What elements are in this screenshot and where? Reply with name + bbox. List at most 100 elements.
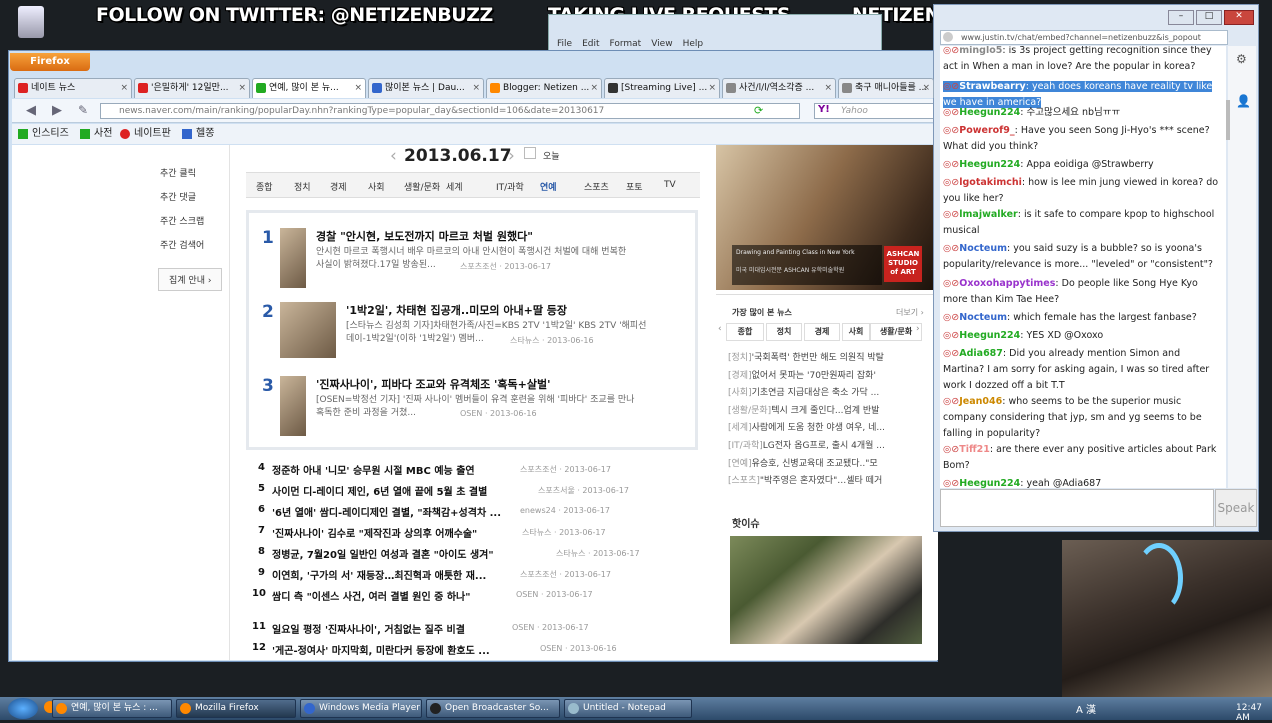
recycle-bin-icon[interactable] <box>18 6 44 38</box>
sidebar-weekly-comment[interactable]: 추간 댓글 <box>160 190 196 203</box>
chat-username[interactable]: Heegun224 <box>959 159 1020 170</box>
chat-username[interactable]: Strawbearry <box>959 81 1025 92</box>
tab-2[interactable]: 연예, 많이 본 뉴... × <box>252 78 366 98</box>
list-article-title[interactable]: 이연희, '구가의 서' 재등장…최진혁과 애틋한 재... <box>272 567 486 582</box>
article-title[interactable]: '1박2일', 차태현 집공개..미모의 아내+딸 등장 <box>346 302 567 318</box>
aggregation-info-button[interactable]: 집계 안내 › <box>158 268 223 291</box>
tab-close-icon[interactable]: × <box>472 79 480 97</box>
menu-view[interactable]: View <box>651 39 672 49</box>
most-viewed-item[interactable]: [IT/과학]LG전자 옵G프로, 출시 4개월 ... <box>728 438 885 451</box>
most-viewed-item[interactable]: [스포츠]"박주영은 혼자였다"…셀타 떼거 <box>728 473 882 486</box>
ime-indicator[interactable]: A 漢 <box>1076 701 1096 716</box>
prev-date-icon[interactable]: ‹ <box>390 146 397 166</box>
category-tab-0[interactable]: 종합 <box>256 180 273 193</box>
article-title[interactable]: 경찰 "안시현, 보도전까지 마르코 처벌 원했다" <box>316 228 533 244</box>
tab-4[interactable]: Blogger: Netizen ... × <box>486 78 602 98</box>
sidebar-weekly-scrap[interactable]: 주간 스크랩 <box>160 214 204 227</box>
start-button-icon[interactable] <box>8 698 38 719</box>
list-article-title[interactable]: 쌈디 측 "이센스 사건, 여러 결별 원인 중 하나" <box>272 588 470 603</box>
category-tab-8[interactable]: 스포츠 <box>584 180 609 193</box>
chat-username[interactable]: minglo5 <box>959 46 1002 56</box>
chat-username[interactable]: Adia687 <box>959 348 1003 359</box>
chat-input[interactable] <box>940 489 1214 527</box>
tab-close-icon[interactable]: × <box>238 79 246 97</box>
tab-1[interactable]: '은밀하게' 12일만... × <box>134 78 250 98</box>
menu-help[interactable]: Help <box>683 39 704 49</box>
tab-close-icon[interactable]: × <box>922 79 930 97</box>
article-title[interactable]: '진짜사나이', 피바다 조교와 유격체조 '혹독+살벌' <box>316 376 550 392</box>
bookmark-natepann[interactable]: 네이트판 <box>134 124 171 144</box>
forward-icon[interactable]: ▶ <box>52 103 62 118</box>
hot-issue-photo[interactable] <box>730 536 922 644</box>
sidebar-weekly-click[interactable]: 추간 클릭 <box>160 166 196 179</box>
firefox-menu-button[interactable]: Firefox <box>10 53 90 71</box>
most-viewed-more[interactable]: 더보기 › <box>896 307 924 318</box>
tab-close-icon[interactable]: × <box>354 79 362 97</box>
list-article-title[interactable]: '진짜사나이' 김수로 "제작진과 상의후 어깨수술" <box>272 525 477 540</box>
chat-username[interactable]: lgotakimchi <box>959 177 1022 188</box>
taskbar-item-2[interactable]: Windows Media Player <box>300 699 422 718</box>
chat-username[interactable]: Powerof9_ <box>959 125 1014 136</box>
list-article-title[interactable]: 정준하 아내 '니모' 승무원 시절 MBC 예능 출연 <box>272 462 475 477</box>
most-viewed-tab-3[interactable]: 사회 <box>842 323 870 341</box>
tab-5[interactable]: [Streaming Live] ... × <box>604 78 720 98</box>
calendar-icon[interactable] <box>524 147 536 159</box>
chat-username[interactable]: Oxoxohappytimes <box>959 278 1055 289</box>
taskbar-item-4[interactable]: Untitled - Notepad <box>564 699 692 718</box>
chat-username[interactable]: Tiff21 <box>959 444 990 455</box>
search-bar[interactable]: Yahoo <box>814 103 936 119</box>
tab-close-icon[interactable]: × <box>708 79 716 97</box>
today-link[interactable]: 오늘 <box>543 149 560 162</box>
chat-username[interactable]: Nocteum <box>959 312 1007 323</box>
article-thumbnail[interactable] <box>280 228 306 288</box>
chat-scrollbar[interactable] <box>1226 100 1230 140</box>
chat-username[interactable]: Nocteum <box>959 243 1007 254</box>
maximize-icon[interactable]: □ <box>1196 10 1222 25</box>
most-viewed-item[interactable]: [세계]사람에게 도움 청한 야생 여우, 네... <box>728 420 885 433</box>
category-tab-1[interactable]: 정치 <box>294 180 311 193</box>
list-article-title[interactable]: '6년 열애' 쌈디-레이디제인 결별, "좌책감+성격차 ... <box>272 504 501 519</box>
url-bar[interactable]: news.naver.com/main/ranking/popularDay.n… <box>100 103 800 119</box>
category-tab-5[interactable]: 세계 <box>446 180 463 193</box>
list-article-title[interactable]: '게곤-정여사' 마지막회, 미란다커 등장에 환호도 ... <box>272 642 490 657</box>
prev-tab-icon[interactable]: ‹ <box>718 324 722 334</box>
category-tab-9[interactable]: 포토 <box>626 180 643 193</box>
category-tab-10[interactable]: TV <box>664 180 676 190</box>
back-icon[interactable]: ◀ <box>26 103 36 118</box>
chat-username[interactable]: Heegun224 <box>959 478 1020 488</box>
most-viewed-tab-1[interactable]: 정치 <box>766 323 802 341</box>
taskbar-item-0[interactable]: 연예, 많이 본 뉴스 : ... <box>52 699 172 718</box>
close-icon[interactable]: ✕ <box>1224 10 1254 25</box>
tab-7[interactable]: 축구 매니아들를 ... × <box>838 78 934 98</box>
category-tab-7[interactable]: 연예 <box>540 180 557 193</box>
next-date-icon[interactable]: › <box>508 146 515 166</box>
tab-3[interactable]: 많이본 뉴스 | Dau... × <box>368 78 484 98</box>
tab-close-icon[interactable]: × <box>824 79 832 97</box>
user-list-icon[interactable]: 👤 <box>1236 94 1251 108</box>
chat-username[interactable]: Heegun224 <box>959 107 1020 118</box>
article-thumbnail[interactable] <box>280 376 306 436</box>
sidebar-weekly-search[interactable]: 주간 검색어 <box>160 238 204 251</box>
tab-close-icon[interactable]: × <box>120 79 128 97</box>
category-tab-6[interactable]: IT/과학 <box>496 180 524 193</box>
category-tab-3[interactable]: 사회 <box>368 180 385 193</box>
clock[interactable]: 12:47 AM <box>1236 703 1272 723</box>
list-article-title[interactable]: 일요일 평정 '진짜사나이', 거침없는 질주 비결 <box>272 621 465 636</box>
most-viewed-item[interactable]: [연예]유승호, 신병교육대 조교됐다.."모 <box>728 456 878 469</box>
most-viewed-item[interactable]: [정치]'국회폭력' 한번만 해도 의원직 박탈 <box>728 350 884 363</box>
menu-file[interactable]: File <box>557 39 572 49</box>
tab-6[interactable]: 사건/l/l/역소각증 ... × <box>722 78 836 98</box>
most-viewed-item[interactable]: [경제]없어서 못파는 '70만원짜리 잡화' <box>728 368 876 381</box>
settings-icon[interactable]: ⚙ <box>1236 52 1247 66</box>
minimize-icon[interactable]: – <box>1168 10 1194 25</box>
taskbar-item-1[interactable]: Mozilla Firefox <box>176 699 296 718</box>
most-viewed-tab-0[interactable]: 종합 <box>726 323 764 341</box>
tab-close-icon[interactable]: × <box>590 79 598 97</box>
most-viewed-tab-2[interactable]: 경제 <box>804 323 840 341</box>
most-viewed-item[interactable]: [사회]기초연금 지급대상은 축소 가닥 ... <box>728 385 879 398</box>
site-identity-icon[interactable]: ✎ <box>78 103 88 117</box>
chat-username[interactable]: lmajwalker <box>959 209 1017 220</box>
list-article-title[interactable]: 사이먼 디-레이디 제인, 6년 열애 끝에 5월 초 결별 <box>272 483 487 498</box>
notepad-window[interactable]: File Edit Format View Help <box>548 14 882 54</box>
most-viewed-tab-4[interactable]: 생활/문화 <box>870 323 922 341</box>
